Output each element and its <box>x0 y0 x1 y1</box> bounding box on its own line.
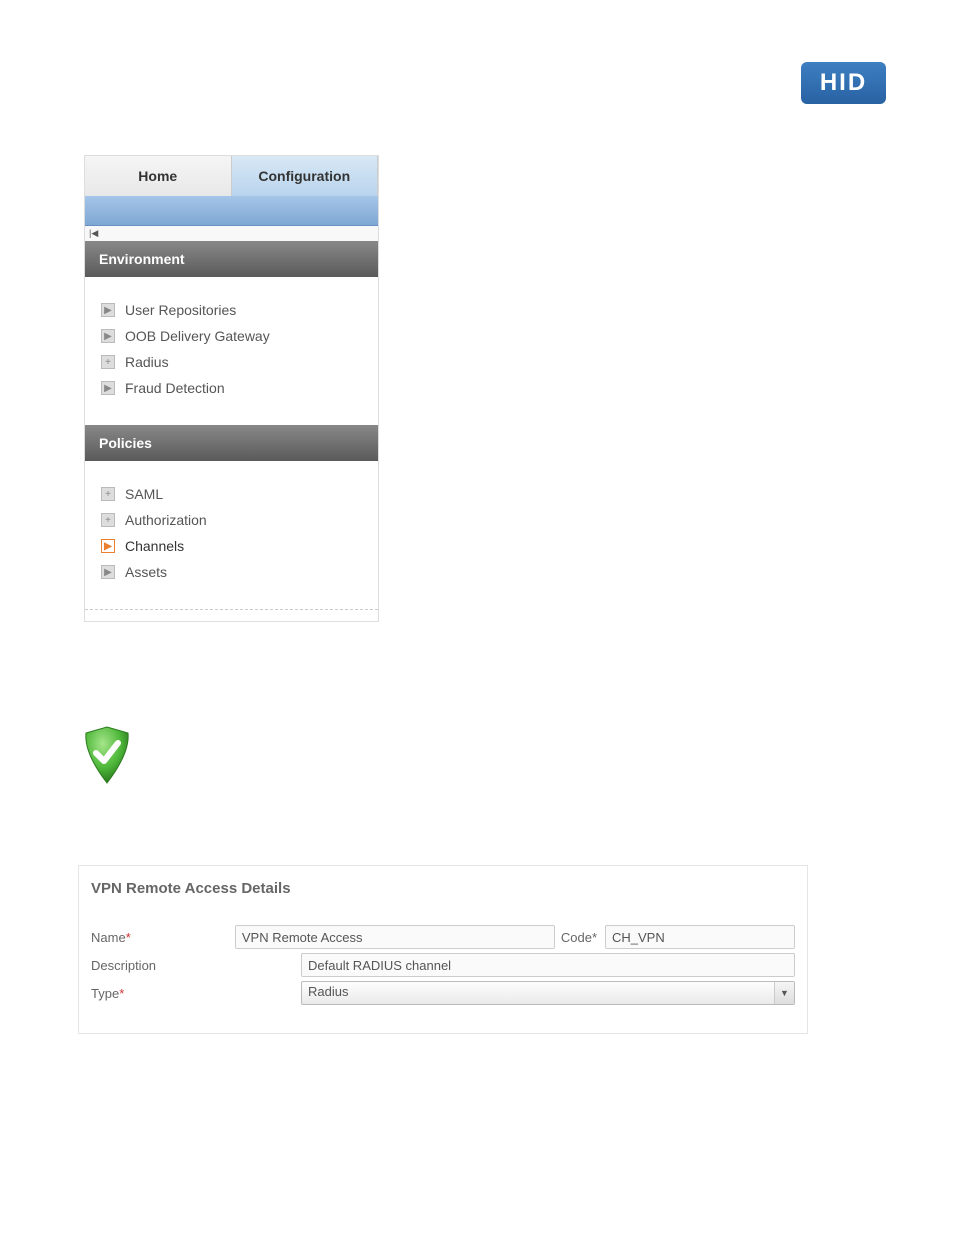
tab-configuration[interactable]: Configuration <box>232 156 379 196</box>
tabs-row: Home Configuration <box>85 156 378 196</box>
nav-label: OOB Delivery Gateway <box>125 328 270 344</box>
plus-icon: + <box>101 513 115 527</box>
vpn-details-panel: VPN Remote Access Details Name* Code* De… <box>78 865 808 1034</box>
collapse-marker[interactable]: |◀ <box>85 226 378 241</box>
section-body-policies: + SAML + Authorization ▶ Channels ▶ Asse… <box>85 461 378 609</box>
arrow-icon: ▶ <box>101 565 115 579</box>
arrow-icon: ▶ <box>101 329 115 343</box>
form-row-type: Type* Radius ▼ <box>91 981 795 1005</box>
plus-icon: + <box>101 487 115 501</box>
nav-label: Radius <box>125 354 169 370</box>
nav-item-assets[interactable]: ▶ Assets <box>99 559 364 585</box>
tabs-sub-bar <box>85 196 378 226</box>
nav-item-authorization[interactable]: + Authorization <box>99 507 364 533</box>
nav-label: Authorization <box>125 512 207 528</box>
form-row-name: Name* Code* <box>91 925 795 949</box>
plus-icon: + <box>101 355 115 369</box>
nav-item-user-repositories[interactable]: ▶ User Repositories <box>99 297 364 323</box>
sidebar-panel: Home Configuration |◀ Environment ▶ User… <box>84 155 379 622</box>
description-input[interactable] <box>301 953 795 977</box>
form-row-description: Description <box>91 953 795 977</box>
name-label: Name* <box>91 930 235 945</box>
details-title: VPN Remote Access Details <box>91 880 795 897</box>
arrow-icon: ▶ <box>101 381 115 395</box>
nav-label: Channels <box>125 538 184 554</box>
nav-label: User Repositories <box>125 302 236 318</box>
nav-item-radius[interactable]: + Radius <box>99 349 364 375</box>
arrow-icon: ▶ <box>101 303 115 317</box>
nav-label: Assets <box>125 564 167 580</box>
type-label: Type* <box>91 986 301 1001</box>
type-select-wrap: Radius ▼ <box>301 981 795 1005</box>
code-input[interactable] <box>605 925 795 949</box>
type-select[interactable]: Radius <box>301 981 795 1005</box>
nav-label: SAML <box>125 486 163 502</box>
shield-check-icon <box>78 725 136 792</box>
nav-item-oob-delivery-gateway[interactable]: ▶ OOB Delivery Gateway <box>99 323 364 349</box>
nav-item-fraud-detection[interactable]: ▶ Fraud Detection <box>99 375 364 401</box>
nav-label: Fraud Detection <box>125 380 225 396</box>
nav-item-channels[interactable]: ▶ Channels <box>99 533 364 559</box>
section-header-environment: Environment <box>85 241 378 277</box>
tab-home[interactable]: Home <box>85 156 232 196</box>
nav-item-saml[interactable]: + SAML <box>99 481 364 507</box>
section-body-environment: ▶ User Repositories ▶ OOB Delivery Gatew… <box>85 277 378 425</box>
code-label: Code* <box>561 930 597 945</box>
arrow-orange-icon: ▶ <box>101 539 115 553</box>
description-label: Description <box>91 958 301 973</box>
section-header-policies: Policies <box>85 425 378 461</box>
name-input[interactable] <box>235 925 555 949</box>
torn-edge <box>85 609 378 621</box>
hid-logo: HID <box>801 62 886 104</box>
